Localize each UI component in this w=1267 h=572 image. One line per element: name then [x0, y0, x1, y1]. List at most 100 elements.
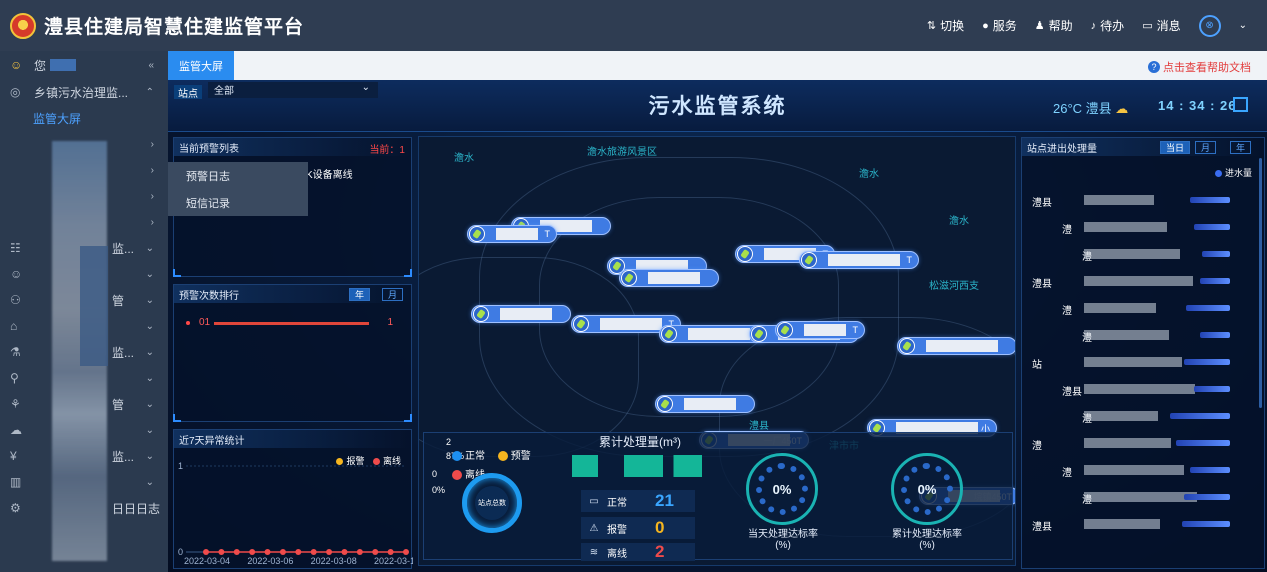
nav-todo[interactable]: ♪ 待办 — [1091, 17, 1125, 34]
station-marker[interactable]: T — [775, 321, 865, 339]
toggle-today[interactable]: 当日 — [1160, 141, 1191, 154]
inflow-bar — [1184, 494, 1230, 500]
station-name-redacted — [684, 398, 736, 410]
flow-row-redacted — [1084, 465, 1184, 475]
map-place-label: 松滋河西支 — [929, 281, 979, 292]
sidebar-menu-sewage[interactable]: ◎ 乡镇污水治理监... ⌃ — [0, 79, 168, 105]
status-offline-label: 离线 — [607, 548, 627, 560]
sidebar-item-dashboard[interactable]: 监管大屏 — [0, 105, 168, 131]
nav-help[interactable]: ♟ 帮助 — [1035, 17, 1073, 34]
flow-row-redacted — [1084, 330, 1169, 340]
nav-switch[interactable]: ⇅ 切换 — [927, 17, 964, 34]
nav-service[interactable]: ● 服务 — [982, 17, 1017, 34]
offline-point — [249, 549, 256, 555]
flow-row-redacted — [1084, 411, 1158, 421]
flow-row-redacted — [1084, 492, 1197, 502]
chevron-icon: ⌄ — [145, 398, 154, 410]
flow-scrollbar[interactable] — [1259, 158, 1262, 408]
offline-point — [387, 549, 394, 555]
legend-dot-warning — [497, 451, 508, 462]
offline-point — [310, 549, 317, 555]
leaf-pin-icon — [661, 326, 677, 342]
toggle-flow-year[interactable]: 年 — [1230, 141, 1252, 154]
x-tick-label: 2022-03-04 — [184, 556, 230, 566]
toggle-flow-month[interactable]: 月 — [1195, 141, 1217, 154]
chevron-icon: ⌄ — [145, 268, 154, 280]
sidebar-item-label: 监... — [112, 345, 135, 360]
sidebar-item-label: 监... — [112, 449, 135, 464]
flow-row-label: 澧 — [1032, 441, 1042, 452]
offline-point — [341, 549, 348, 555]
flow-row-redacted — [1084, 357, 1182, 367]
total-compliance-unit: (%) — [919, 540, 935, 551]
offline-point — [403, 549, 409, 555]
user-avatar[interactable]: ⊗ — [1198, 14, 1221, 37]
flow-row-label: 澧县 — [1032, 279, 1052, 290]
stats-small-a: 2 — [446, 437, 452, 447]
user-name-redacted — [50, 59, 77, 71]
chevron-up-icon: ⌃ — [145, 86, 154, 98]
trend-chart: 1 02022-03-04 2022-03-06 2022-03-08 2022-03-… — [178, 461, 413, 566]
station-marker-label: T — [906, 255, 913, 265]
inflow-bar — [1176, 440, 1230, 446]
flow-row-label: 澧县 — [1032, 198, 1052, 209]
sidebar-item-icon: ⌂ — [10, 319, 18, 333]
collapse-sidebar-icon[interactable]: « — [148, 60, 154, 71]
alert-count: 当前：1 — [369, 145, 405, 156]
top-header: 澧县住建局智慧住建监管平台 ⇅ 切换 ● 服务 ♟ 帮助 ♪ 待办 ▭ 消息 ⊗ ⌄ — [0, 0, 1267, 51]
chevron-icon: ⌄ — [145, 320, 154, 332]
monitor-icon: ▭ — [589, 495, 599, 507]
nav-message[interactable]: ▭ 消息 — [1142, 17, 1180, 34]
sidebar-redacted-block — [80, 246, 108, 366]
station-marker[interactable] — [655, 395, 755, 413]
tab-dashboard[interactable]: 监管大屏 — [168, 51, 234, 80]
nav-todo-label: 待办 — [1100, 19, 1125, 33]
flow-legend: 进水量 — [1214, 166, 1252, 179]
toggle-month[interactable]: 月 — [382, 288, 404, 301]
toggle-year[interactable]: 年 — [349, 288, 371, 301]
station-name-redacted — [804, 324, 846, 336]
total-compliance-text: 累计处理达标率 — [892, 529, 962, 540]
station-name-redacted — [500, 308, 552, 320]
flow-panel: 站点进出处理量 当日 月 年 进水量 澧县澧澧澧县澧澧站澧县澧澧澧澧澧县 — [1021, 137, 1265, 569]
station-marker-label: T — [852, 325, 859, 335]
help-doc-link[interactable]: ? 点击查看帮助文档 — [1148, 59, 1251, 75]
tab-strip: 监管大屏 ? 点击查看帮助文档 — [168, 51, 1267, 80]
sidebar-flyout-menu: 预警日志 短信记录 — [168, 162, 308, 216]
chevron-icon: › — [150, 164, 154, 176]
offline-point — [218, 549, 225, 555]
station-marker[interactable] — [619, 269, 719, 287]
offline-point — [356, 549, 363, 555]
sidebar-item-icon: ⚘ — [10, 397, 21, 411]
sidebar-item-icon: ☷ — [10, 241, 21, 255]
menu-item-sms-records[interactable]: 短信记录 — [168, 189, 308, 216]
nav-help-label: 帮助 — [1048, 19, 1073, 33]
inflow-bar — [1184, 359, 1230, 365]
rank-number: 01 — [199, 317, 211, 328]
top-nav: ⇅ 切换 ● 服务 ♟ 帮助 ♪ 待办 ▭ 消息 ⊗ ⌄ — [927, 0, 1247, 51]
station-marker[interactable]: T — [467, 225, 557, 243]
dashboard: 站点 全部 ⌄ 污水监管系统 26°C 澧县 ☁ 14 : 34 : 26 当前预… — [168, 80, 1267, 572]
station-marker[interactable] — [471, 305, 571, 323]
total-compliance-gauge: 0% — [891, 453, 963, 525]
nav-message-label: 消息 — [1156, 19, 1181, 33]
station-marker[interactable] — [897, 337, 1015, 355]
station-name-redacted — [496, 228, 538, 240]
menu-item-alert-log[interactable]: 预警日志 — [168, 162, 308, 189]
y-tick-label: 0 — [178, 547, 183, 557]
sidebar-user[interactable]: ☺ 您 « — [0, 51, 168, 79]
chevron-icon: ⌄ — [145, 346, 154, 358]
chevron-icon: ⌄ — [145, 424, 154, 436]
station-marker[interactable]: T — [799, 251, 919, 269]
daily-compliance-text: 当天处理达标率 — [748, 529, 818, 540]
stats-title: 累计处理量(m³) — [599, 435, 681, 449]
offline-point — [264, 549, 271, 555]
legend-warning-label: 预警 — [510, 451, 531, 462]
inflow-bar — [1170, 413, 1230, 419]
fullscreen-icon[interactable] — [1233, 97, 1248, 112]
x-tick-label: 2022-03-10 — [374, 556, 413, 566]
offline-point — [203, 549, 209, 555]
service-icon: ● — [982, 19, 989, 32]
chevron-down-icon[interactable]: ⌄ — [1239, 20, 1247, 31]
legend-dot-offline2 — [452, 470, 462, 481]
